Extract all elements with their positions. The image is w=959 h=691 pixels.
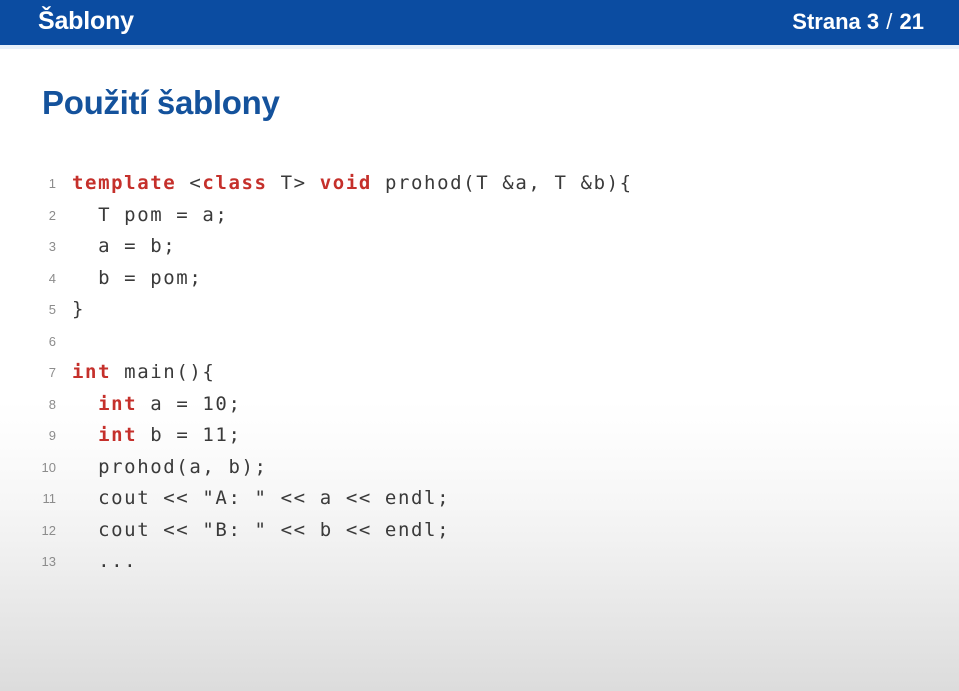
presentation-title: Šablony	[38, 7, 134, 35]
code-line-number: 12	[41, 522, 56, 538]
code-token: cout << "A: " << a << endl;	[72, 487, 451, 509]
code-line-number: 10	[41, 459, 56, 475]
code-line: 3 a = b;	[0, 231, 959, 263]
code-line-text: b = pom;	[72, 263, 202, 295]
code-line-text: a = b;	[72, 231, 176, 263]
code-line: 2 T pom = a;	[0, 200, 959, 232]
code-line: 11 cout << "A: " << a << endl;	[0, 483, 959, 515]
header-underline-divider	[0, 45, 959, 49]
slide-canvas: Šablony Strana 3 / 21 Použití šablony 1 t…	[0, 0, 959, 691]
code-token: ...	[72, 550, 138, 572]
code-line-text: template <class T> void prohod(T &a, T &…	[72, 168, 633, 200]
code-line-text: cout << "A: " << a << endl;	[72, 483, 450, 515]
code-token: main(){	[111, 361, 216, 383]
code-token: T>	[267, 172, 320, 194]
code-line: 7 int main(){	[0, 357, 959, 389]
code-line-text: }	[72, 294, 85, 326]
page-total: 21	[899, 9, 924, 34]
code-line: 13 ...	[0, 546, 959, 578]
code-listing: 1 template <class T> void prohod(T &a, T …	[0, 168, 959, 578]
code-keyword: template	[72, 172, 177, 194]
code-token: b = 11;	[137, 424, 242, 446]
code-line-text: prohod(a, b);	[72, 452, 268, 484]
code-line-text: cout << "B: " << b << endl;	[72, 515, 450, 547]
code-line: 5}	[0, 294, 959, 326]
code-line-text: int a = 10;	[72, 389, 242, 421]
code-line-number: 1	[48, 176, 56, 191]
page-indicator: Strana 3 / 21	[792, 9, 924, 35]
code-line-number: 6	[48, 333, 56, 349]
code-line: 8 int a = 10;	[0, 389, 959, 421]
code-line-number: 3	[48, 239, 56, 254]
code-keyword: int	[98, 424, 138, 446]
code-line-text: int b = 11;	[72, 420, 242, 452]
code-token: cout << "B: " << b << endl;	[72, 518, 451, 541]
code-line-number: 4	[48, 270, 56, 286]
code-line: 6	[0, 326, 959, 358]
code-token: prohod(T &a, T &b){	[371, 172, 633, 194]
code-line-number: 11	[42, 491, 57, 506]
code-keyword: void	[319, 172, 372, 194]
code-line-number: 13	[41, 554, 56, 569]
code-line-text: ...	[72, 546, 137, 578]
code-keyword: int	[98, 392, 138, 415]
code-line: 9 int b = 11;	[0, 420, 959, 452]
code-line-text: T pom = a;	[72, 200, 228, 232]
slide-header-bar: Šablony Strana 3 / 21	[0, 0, 959, 45]
code-keyword: int	[72, 361, 112, 383]
slide-title: Použití šablony	[42, 84, 280, 121]
code-line-number: 7	[48, 365, 56, 380]
code-line-number: 8	[48, 396, 56, 412]
code-line: 10 prohod(a, b);	[0, 452, 959, 484]
code-line-number: 9	[48, 428, 56, 443]
code-token: a = 10;	[137, 392, 242, 415]
page-label: Strana	[792, 9, 861, 34]
page-current: 3	[866, 9, 880, 34]
code-token: prohod(a, b);	[72, 455, 268, 478]
code-token: a = b;	[72, 235, 177, 257]
code-token: }	[72, 298, 86, 320]
code-token: <	[176, 172, 203, 194]
code-line-number: 2	[48, 207, 56, 223]
code-line: 12 cout << "B: " << b << endl;	[0, 515, 959, 547]
code-line-text: int main(){	[72, 357, 215, 389]
code-token: T pom = a;	[72, 203, 229, 226]
code-keyword: class	[202, 172, 268, 194]
code-token: b = pom;	[72, 266, 203, 289]
page-separator: /	[886, 9, 893, 34]
code-line-number: 5	[48, 302, 56, 317]
code-line: 1 template <class T> void prohod(T &a, T …	[0, 168, 959, 200]
code-line: 4 b = pom;	[0, 263, 959, 295]
